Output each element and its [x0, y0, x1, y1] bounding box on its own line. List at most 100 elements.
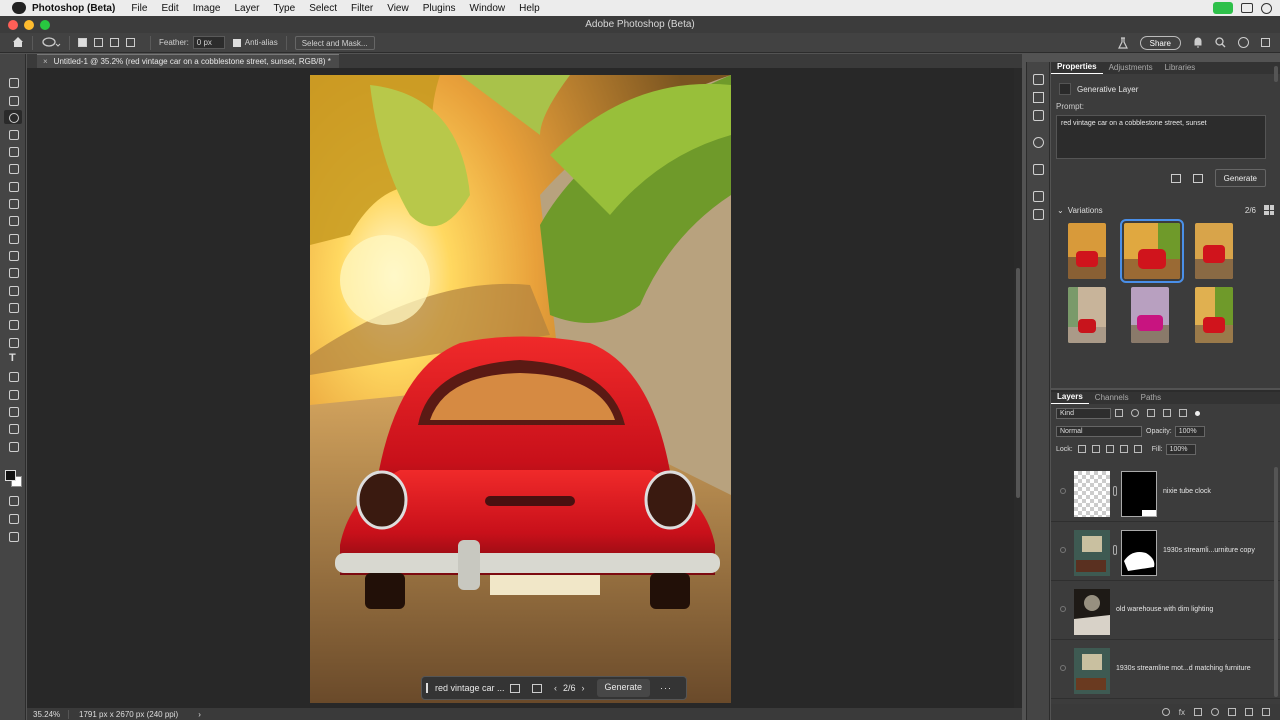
- brush-tool-icon[interactable]: [7, 214, 19, 226]
- clone-stamp-tool-icon[interactable]: [7, 232, 19, 244]
- layer-row[interactable]: old warehouse with dim lighting: [1051, 582, 1280, 640]
- notifications-icon[interactable]: [1193, 37, 1203, 48]
- fill-input[interactable]: 100%: [1165, 443, 1196, 455]
- new-layer-icon[interactable]: [1245, 708, 1253, 716]
- generate-button[interactable]: Generate: [1214, 169, 1266, 187]
- contextual-generate-button[interactable]: Generate: [596, 679, 651, 697]
- pixel-filter-icon[interactable]: [1115, 409, 1123, 417]
- mask-link-icon[interactable]: [1113, 486, 1117, 496]
- menu-image[interactable]: Image: [193, 3, 221, 14]
- canvas-vertical-scrollbar[interactable]: [1014, 68, 1022, 708]
- scroll-thumb[interactable]: [1016, 268, 1020, 498]
- kind-filter-select[interactable]: Kind: [1056, 407, 1111, 419]
- variation-thumbnail[interactable]: [1195, 287, 1233, 343]
- layer-row[interactable]: 1930s streamli...urniture copy: [1051, 523, 1280, 581]
- apple-icon[interactable]: [12, 2, 26, 14]
- variation-thumbnail[interactable]: [1068, 287, 1106, 343]
- variation-thumbnail[interactable]: [1195, 223, 1233, 279]
- facetime-icon[interactable]: [1213, 2, 1233, 14]
- close-window-button[interactable]: [8, 20, 18, 30]
- adjustment-filter-icon[interactable]: [1131, 409, 1139, 417]
- tab-channels[interactable]: Channels: [1089, 393, 1135, 404]
- app-menu[interactable]: Photoshop (Beta): [32, 3, 115, 14]
- flask-icon[interactable]: [1117, 36, 1128, 49]
- intersect-selection-icon[interactable]: [126, 38, 135, 47]
- visibility-toggle-icon[interactable]: [1060, 606, 1066, 612]
- layer-name[interactable]: nixie tube clock: [1163, 488, 1211, 495]
- share-button[interactable]: Share: [1139, 35, 1181, 50]
- variation-thumbnail[interactable]: [1131, 287, 1169, 343]
- menu-layer[interactable]: Layer: [234, 3, 259, 14]
- adjustment-layer-icon[interactable]: [1211, 708, 1219, 716]
- visibility-toggle-icon[interactable]: [1060, 488, 1066, 494]
- comments-panel-icon[interactable]: [1033, 110, 1044, 121]
- quick-mask-icon[interactable]: [7, 494, 19, 506]
- frame-tool-icon[interactable]: [7, 162, 19, 174]
- variations-grid-icon[interactable]: [532, 683, 542, 693]
- tab-layers[interactable]: Layers: [1051, 392, 1089, 404]
- pen-tool-icon[interactable]: [7, 336, 19, 348]
- reference-image-icon[interactable]: [1170, 173, 1181, 183]
- smart-object-filter-icon[interactable]: [1179, 409, 1187, 417]
- new-group-icon[interactable]: [1228, 708, 1236, 716]
- dodge-tool-icon[interactable]: [7, 318, 19, 330]
- lock-all-icon[interactable]: [1133, 445, 1142, 453]
- layers-scrollbar[interactable]: [1274, 467, 1278, 697]
- tab-paths[interactable]: Paths: [1135, 393, 1167, 404]
- share-for-review-icon[interactable]: [7, 530, 19, 542]
- lasso-preset-icon[interactable]: [41, 36, 61, 49]
- help-icon[interactable]: [1238, 37, 1249, 48]
- grid-view-icon[interactable]: [1264, 205, 1274, 215]
- eraser-tool-icon[interactable]: [7, 266, 19, 278]
- layer-name[interactable]: 1930s streamline mot...d matching furnit…: [1116, 665, 1251, 672]
- document-artwork[interactable]: [310, 75, 731, 703]
- menu-select[interactable]: Select: [309, 3, 337, 14]
- next-variation-icon[interactable]: ›: [582, 683, 585, 693]
- layer-row[interactable]: 1930s streamline mot...d matching furnit…: [1051, 641, 1280, 699]
- link-layers-icon[interactable]: [1161, 708, 1170, 716]
- type-filter-icon[interactable]: [1147, 409, 1155, 417]
- add-style-icon[interactable]: fx: [1179, 708, 1185, 717]
- variations-collapse-icon[interactable]: ⌄: [1057, 206, 1064, 215]
- menu-plugins[interactable]: Plugins: [423, 3, 456, 14]
- blur-tool-icon[interactable]: [7, 301, 19, 313]
- layer-mask-thumbnail[interactable]: [1121, 471, 1157, 517]
- layer-name[interactable]: 1930s streamli...urniture copy: [1163, 547, 1255, 554]
- object-selection-tool-icon[interactable]: [7, 128, 19, 140]
- add-mask-icon[interactable]: [1194, 708, 1202, 716]
- document-tab[interactable]: × Untitled-1 @ 35.2% (red vintage car on …: [37, 54, 339, 68]
- menu-edit[interactable]: Edit: [161, 3, 178, 14]
- lock-image-icon[interactable]: [1091, 445, 1100, 453]
- zoom-tool-icon[interactable]: [7, 422, 19, 434]
- opacity-input[interactable]: 100%: [1174, 425, 1205, 437]
- feather-input[interactable]: 0 px: [192, 36, 225, 49]
- foreground-color-swatch[interactable]: [5, 470, 16, 481]
- lasso-tool-icon[interactable]: [4, 110, 22, 124]
- menu-view[interactable]: View: [387, 3, 409, 14]
- lock-artboard-icon[interactable]: [1119, 445, 1128, 453]
- tab-adjustments[interactable]: Adjustments: [1103, 63, 1159, 74]
- tab-libraries[interactable]: Libraries: [1159, 63, 1202, 74]
- canvas-area[interactable]: [27, 68, 1014, 708]
- mask-link-icon[interactable]: [1113, 545, 1117, 555]
- previous-variation-icon[interactable]: ‹: [554, 683, 557, 693]
- visibility-toggle-icon[interactable]: [1060, 547, 1066, 553]
- path-selection-tool-icon[interactable]: [7, 370, 19, 382]
- screen-mode-icon[interactable]: [7, 512, 19, 524]
- libraries-panel-icon[interactable]: [1033, 191, 1044, 202]
- actions-panel-icon[interactable]: [1033, 92, 1044, 103]
- blend-mode-select[interactable]: Normal: [1056, 425, 1142, 437]
- menu-type[interactable]: Type: [274, 3, 296, 14]
- prompt-textarea[interactable]: red vintage car on a cobblestone street,…: [1056, 115, 1266, 159]
- history-panel-icon[interactable]: [1033, 74, 1044, 85]
- layer-thumbnail[interactable]: [1074, 471, 1110, 517]
- menu-help[interactable]: Help: [519, 3, 540, 14]
- home-icon[interactable]: [12, 37, 24, 48]
- visibility-toggle-icon[interactable]: [1060, 665, 1066, 671]
- zoom-level[interactable]: 35.24%: [27, 709, 69, 719]
- tab-properties[interactable]: Properties: [1051, 62, 1103, 74]
- healing-brush-tool-icon[interactable]: [7, 197, 19, 209]
- workspace-icon[interactable]: [1261, 38, 1270, 47]
- delete-layer-icon[interactable]: [1262, 708, 1270, 716]
- variation-thumbnail[interactable]: [1068, 223, 1106, 279]
